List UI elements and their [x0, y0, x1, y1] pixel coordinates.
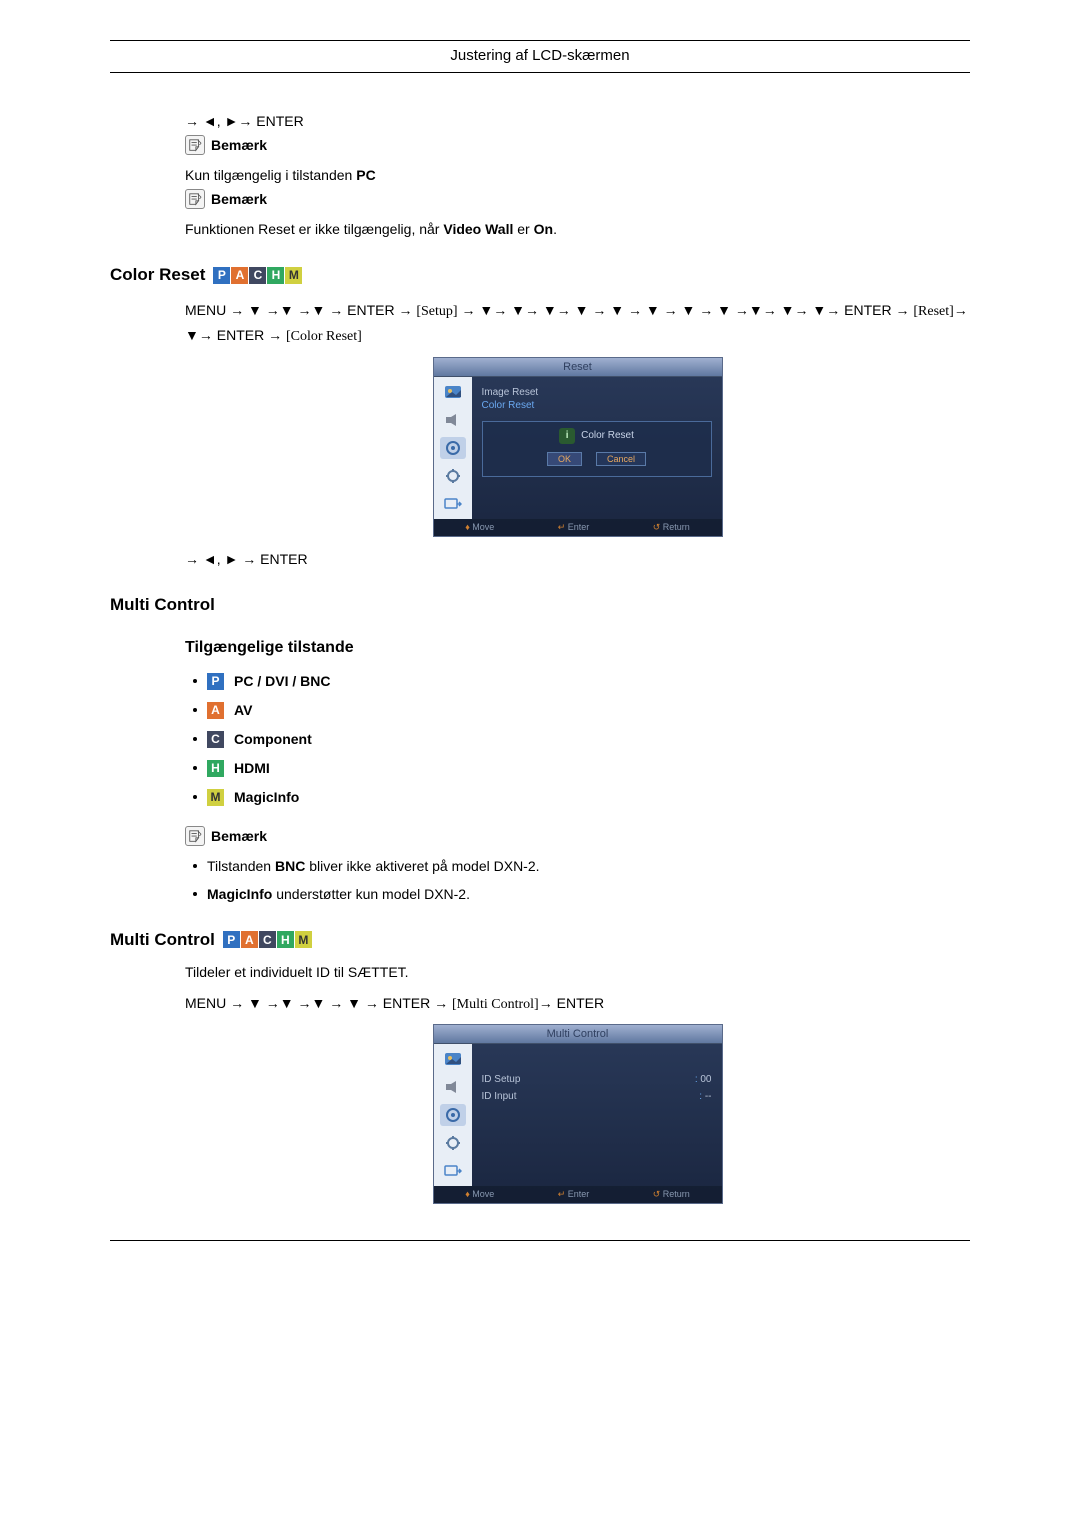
- osd-row: ID Input : --: [482, 1091, 712, 1102]
- osd-row: ID Setup : 00: [482, 1074, 712, 1085]
- badge-h-icon: H: [267, 267, 284, 284]
- mode-label: PC / DVI / BNC: [234, 673, 330, 689]
- osd-screenshot-multi-control: Multi Control ID Setup : 00 ID Input: [433, 1024, 723, 1204]
- body-text: Funktionen Reset er ikke tilgængelig, nå…: [185, 221, 970, 237]
- info-icon: i: [559, 428, 575, 444]
- note-label: Bemærk: [211, 137, 267, 153]
- nav-sequence: → ◄, ► → ENTER: [185, 551, 970, 567]
- badge-icon: C: [207, 731, 224, 748]
- badge-a-icon: A: [241, 931, 258, 948]
- osd-setup-icon: [440, 1104, 466, 1126]
- note-label: Bemærk: [211, 828, 267, 844]
- nav-sequence: → ◄, ►→ ENTER: [185, 113, 970, 129]
- osd-cancel-button: Cancel: [596, 452, 646, 466]
- section-heading-color-reset: Color Reset P A C H M: [110, 265, 970, 285]
- section-heading-multi-control: Multi Control: [110, 595, 970, 615]
- badge-m-icon: M: [285, 267, 302, 284]
- osd-sound-icon: [440, 409, 466, 431]
- mode-item: M MagicInfo: [193, 789, 970, 806]
- osd-setup-icon: [440, 437, 466, 459]
- badge-c-icon: C: [249, 267, 266, 284]
- badge-c-icon: C: [259, 931, 276, 948]
- osd-input-icon: [440, 493, 466, 515]
- menu-path: MENU → ▼ →▼ →▼ → ▼ → ENTER → [Multi Cont…: [185, 992, 970, 1017]
- note-icon: [185, 135, 205, 155]
- sub-heading-modes: Tilgængelige tilstande: [185, 639, 970, 657]
- mode-label: HDMI: [234, 760, 270, 776]
- mode-item: P PC / DVI / BNC: [193, 673, 970, 690]
- badge-icon: A: [207, 702, 224, 719]
- badge-a-icon: A: [231, 267, 248, 284]
- page-title: Justering af LCD-skærmen: [110, 47, 970, 73]
- mode-item: H HDMI: [193, 760, 970, 777]
- note-label: Bemærk: [211, 191, 267, 207]
- osd-ok-button: OK: [547, 452, 582, 466]
- note-icon: [185, 826, 205, 846]
- mode-label: AV: [234, 702, 252, 718]
- badge-icon: P: [207, 673, 224, 690]
- osd-dialog: i Color Reset OK Cancel: [482, 421, 712, 477]
- list-item: MagicInfo understøtter kun model DXN-2.: [193, 886, 970, 902]
- osd-screenshot-reset: Reset Image Reset Color Reset i Color R: [433, 357, 723, 537]
- mode-label: Component: [234, 731, 312, 747]
- mode-item: A AV: [193, 702, 970, 719]
- badge-icon: M: [207, 789, 224, 806]
- list-item: Tilstanden BNC bliver ikke aktiveret på …: [193, 858, 970, 874]
- body-text: Kun tilgængelig i tilstanden PC: [185, 167, 970, 183]
- note-icon: [185, 189, 205, 209]
- osd-picture-icon: [440, 1048, 466, 1070]
- osd-picture-icon: [440, 381, 466, 403]
- osd-footer: ♦ Move ↵ Enter ↺ Return: [434, 519, 722, 536]
- badge-icon: H: [207, 760, 224, 777]
- mode-label: MagicInfo: [234, 789, 299, 805]
- badge-h-icon: H: [277, 931, 294, 948]
- osd-settings-icon: [440, 465, 466, 487]
- osd-item: Image Reset: [482, 387, 712, 398]
- badge-p-icon: P: [223, 931, 240, 948]
- osd-title: Multi Control: [434, 1025, 722, 1044]
- mode-item: C Component: [193, 731, 970, 748]
- osd-item-selected: Color Reset: [482, 400, 712, 411]
- section-heading-multi-control-2: Multi Control P A C H M: [110, 930, 970, 950]
- body-text: Tildeler et individuelt ID til SÆTTET.: [185, 964, 970, 980]
- menu-path: MENU → ▼ →▼ →▼ → ENTER → [Setup] → ▼→ ▼→…: [185, 299, 970, 349]
- osd-title: Reset: [434, 358, 722, 377]
- osd-sound-icon: [440, 1076, 466, 1098]
- osd-input-icon: [440, 1160, 466, 1182]
- badge-m-icon: M: [295, 931, 312, 948]
- badge-p-icon: P: [213, 267, 230, 284]
- osd-footer: ♦ Move ↵ Enter ↺ Return: [434, 1186, 722, 1203]
- osd-settings-icon: [440, 1132, 466, 1154]
